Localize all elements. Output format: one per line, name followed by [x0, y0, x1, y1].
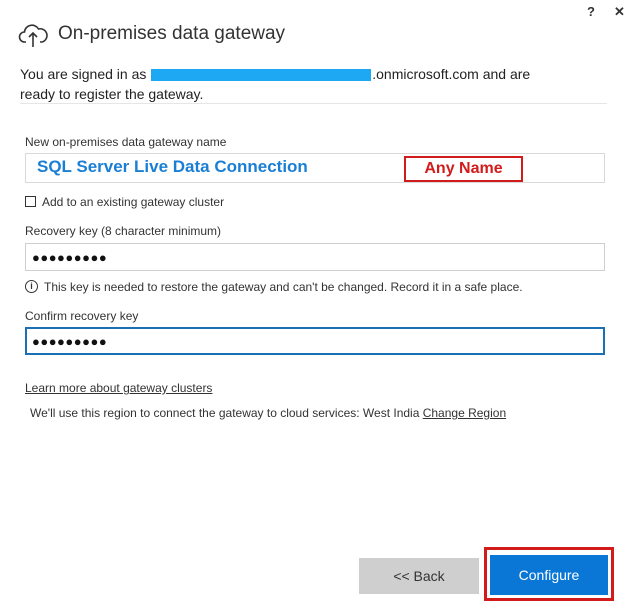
gateway-name-label: New on-premises data gateway name	[25, 135, 227, 149]
redacted-account	[151, 69, 372, 82]
change-region-link[interactable]: Change Region	[423, 406, 506, 420]
confirm-key-mask: ●●●●●●●●●	[32, 334, 108, 349]
region-text-line: We'll use this region to connect the gat…	[30, 406, 506, 420]
close-button[interactable]: ✕	[614, 4, 625, 20]
confirm-key-input[interactable]: ●●●●●●●●●	[25, 327, 605, 355]
window-title: On-premises data gateway	[58, 23, 286, 44]
help-button[interactable]: ?	[587, 4, 595, 19]
any-name-callout: Any Name	[404, 156, 523, 182]
configure-button[interactable]: Configure	[490, 555, 608, 595]
signin-prefix: You are signed in as	[20, 66, 151, 82]
learn-more-link[interactable]: Learn more about gateway clusters	[25, 381, 212, 395]
cluster-checkbox[interactable]	[25, 196, 36, 207]
recovery-key-info-text: This key is needed to restore the gatewa…	[44, 280, 523, 294]
back-button[interactable]: << Back	[359, 558, 479, 594]
header-divider	[20, 103, 607, 104]
recovery-key-mask: ●●●●●●●●●	[32, 250, 108, 265]
info-icon: i	[25, 280, 38, 293]
confirm-key-label: Confirm recovery key	[25, 309, 139, 323]
signin-suffix: .onmicrosoft.com and are	[372, 66, 531, 82]
cluster-checkbox-label[interactable]: Add to an existing gateway cluster	[42, 195, 224, 209]
recovery-key-label: Recovery key (8 character minimum)	[25, 224, 222, 238]
cloud-upload-icon	[18, 24, 48, 47]
recovery-key-input[interactable]: ●●●●●●●●●	[25, 243, 605, 271]
signin-line2: ready to register the gateway.	[20, 86, 204, 102]
signin-message: You are signed in as .onmicrosoft.com an…	[20, 64, 580, 104]
region-text: We'll use this region to connect the gat…	[30, 406, 423, 420]
gateway-name-value: SQL Server Live Data Connection	[37, 157, 308, 176]
